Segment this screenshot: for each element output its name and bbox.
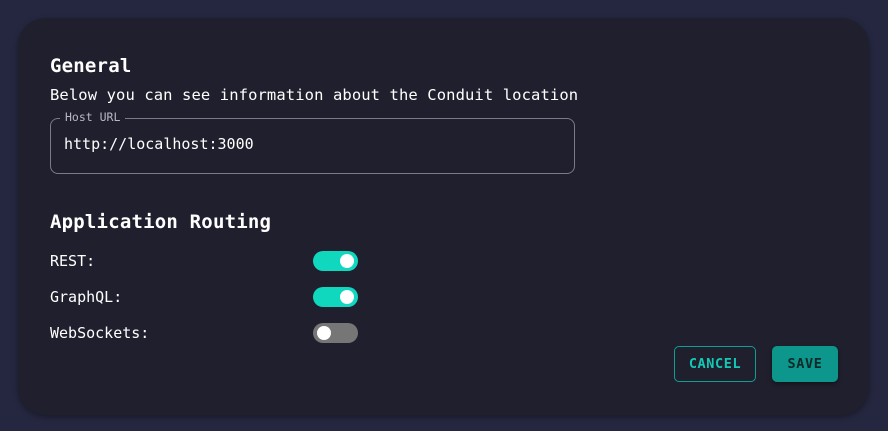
graphql-toggle[interactable] xyxy=(313,287,358,307)
host-url-field[interactable]: Host URL http://localhost:3000 xyxy=(50,110,575,174)
route-row-websockets: WebSockets: xyxy=(50,322,360,346)
settings-card: General Below you can see information ab… xyxy=(18,18,869,415)
websockets-toggle-knob xyxy=(317,326,331,340)
host-url-value[interactable]: http://localhost:3000 xyxy=(64,135,254,153)
route-label-rest: REST: xyxy=(50,252,96,270)
rest-toggle-knob xyxy=(340,254,354,268)
websockets-toggle[interactable] xyxy=(313,323,358,343)
route-label-graphql: GraphQL: xyxy=(50,288,123,306)
save-button[interactable]: SAVE xyxy=(772,346,838,382)
route-row-graphql: GraphQL: xyxy=(50,286,360,310)
route-row-rest: REST: xyxy=(50,250,360,274)
general-section-title: General xyxy=(50,55,132,77)
cancel-button[interactable]: CANCEL xyxy=(674,346,756,382)
graphql-toggle-knob xyxy=(340,290,354,304)
route-label-websockets: WebSockets: xyxy=(50,324,150,342)
host-url-label: Host URL xyxy=(60,110,126,124)
general-description: Below you can see information about the … xyxy=(50,86,579,104)
rest-toggle[interactable] xyxy=(313,251,358,271)
routing-section-title: Application Routing xyxy=(50,211,272,233)
